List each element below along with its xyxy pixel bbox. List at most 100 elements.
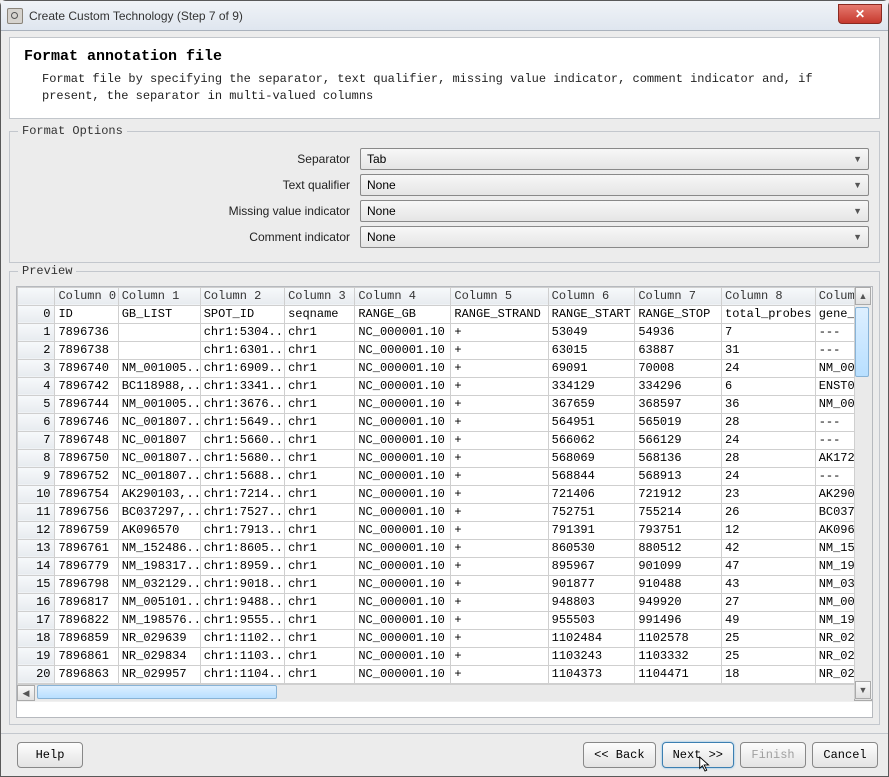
cell[interactable]: NC_000001.10 [355,413,451,431]
table-row[interactable]: 107896754AK290103,...chr1:7214...chr1NC_… [18,485,872,503]
cell[interactable]: chr1 [285,629,355,647]
cell[interactable]: chr1:5680... [200,449,284,467]
cell[interactable]: 7896754 [55,485,118,503]
cell[interactable]: + [451,485,548,503]
cell[interactable]: + [451,323,548,341]
cell[interactable]: chr1 [285,413,355,431]
table-row[interactable]: 177896822NM_198576...chr1:9555...chr1NC_… [18,611,872,629]
column-header[interactable]: Column 1 [118,287,200,305]
cell[interactable]: chr1 [285,467,355,485]
horizontal-scrollbar[interactable]: ◀ ▶ [17,684,872,702]
cell[interactable]: chr1:8959... [200,557,284,575]
cell[interactable]: chr1:6301... [200,341,284,359]
column-header[interactable]: Column 6 [548,287,635,305]
cell[interactable]: 54936 [635,323,722,341]
cell[interactable]: 1103332 [635,647,722,665]
cell[interactable]: 368597 [635,395,722,413]
cell[interactable]: 28 [722,449,816,467]
cell[interactable]: chr1 [285,359,355,377]
cell[interactable]: 47 [722,557,816,575]
cell[interactable]: + [451,359,548,377]
cell[interactable]: + [451,377,548,395]
missing-value-select[interactable]: None ▼ [360,200,869,222]
table-row[interactable]: 37896740NM_001005...chr1:6909...chr1NC_0… [18,359,872,377]
cell[interactable]: NM_198317... [118,557,200,575]
cell[interactable]: 791391 [548,521,635,539]
cell[interactable]: + [451,521,548,539]
cell[interactable]: 721406 [548,485,635,503]
cell[interactable]: chr1:5688... [200,467,284,485]
cell[interactable]: AK290103,... [118,485,200,503]
cell[interactable] [118,323,200,341]
cell[interactable]: 949920 [635,593,722,611]
cell[interactable]: 24 [722,467,816,485]
cell[interactable]: NC_000001.10 [355,431,451,449]
cell[interactable]: 880512 [635,539,722,557]
cell[interactable]: chr1:1103... [200,647,284,665]
table-row[interactable]: 167896817NM_005101...chr1:9488...chr1NC_… [18,593,872,611]
cell[interactable]: + [451,539,548,557]
cell[interactable]: 25 [722,647,816,665]
cell[interactable]: 43 [722,575,816,593]
table-row[interactable]: 127896759AK096570chr1:7913...chr1NC_0000… [18,521,872,539]
cell[interactable]: 18 [722,665,816,683]
cell[interactable]: 7896736 [55,323,118,341]
cell[interactable]: 566062 [548,431,635,449]
cell[interactable]: BC118988,... [118,377,200,395]
cell[interactable]: 7896748 [55,431,118,449]
cell[interactable]: chr1:7214... [200,485,284,503]
cell[interactable]: 63015 [548,341,635,359]
cell[interactable]: BC037297,... [118,503,200,521]
cell[interactable]: 901099 [635,557,722,575]
cell[interactable]: + [451,341,548,359]
cell[interactable]: 948803 [548,593,635,611]
cell[interactable]: 70008 [635,359,722,377]
cell[interactable]: 7 [722,323,816,341]
table-row[interactable]: 97896752NC_001807...chr1:5688...chr1NC_0… [18,467,872,485]
cell[interactable]: NM_001005... [118,395,200,413]
cell[interactable]: 564951 [548,413,635,431]
cell[interactable]: chr1 [285,395,355,413]
cancel-button[interactable]: Cancel [812,742,878,768]
cell[interactable]: NM_032129... [118,575,200,593]
vertical-scrollbar[interactable]: ▲ ▼ [854,287,872,699]
cell[interactable]: 23 [722,485,816,503]
table-row[interactable]: 157896798NM_032129...chr1:9018...chr1NC_… [18,575,872,593]
cell[interactable]: chr1:9555... [200,611,284,629]
cell[interactable]: 566129 [635,431,722,449]
horizontal-scroll-thumb[interactable] [37,685,277,699]
cell[interactable]: 7896756 [55,503,118,521]
cell[interactable]: 7896746 [55,413,118,431]
cell[interactable]: chr1 [285,341,355,359]
cell[interactable]: 7896817 [55,593,118,611]
cell[interactable]: ID [55,305,118,323]
cell[interactable]: 7896822 [55,611,118,629]
cell[interactable]: total_probes [722,305,816,323]
cell[interactable]: NC_000001.10 [355,359,451,377]
cell[interactable]: + [451,503,548,521]
cell[interactable]: NC_001807... [118,413,200,431]
column-header[interactable]: Column 0 [55,287,118,305]
column-header[interactable]: Column 5 [451,287,548,305]
cell[interactable]: chr1:9488... [200,593,284,611]
cell[interactable]: + [451,395,548,413]
cell[interactable]: 53049 [548,323,635,341]
cell[interactable]: NC_000001.10 [355,341,451,359]
cell[interactable]: chr1 [285,557,355,575]
cell[interactable]: 1102484 [548,629,635,647]
cell[interactable]: 31 [722,341,816,359]
cell[interactable]: chr1 [285,503,355,521]
cell[interactable]: 895967 [548,557,635,575]
cell[interactable]: chr1:5660... [200,431,284,449]
cell[interactable]: 7896742 [55,377,118,395]
cell[interactable]: + [451,665,548,683]
cell[interactable]: 901877 [548,575,635,593]
cell[interactable]: chr1:5304... [200,323,284,341]
cell[interactable]: chr1 [285,593,355,611]
cell[interactable]: 752751 [548,503,635,521]
cell[interactable]: NM_152486... [118,539,200,557]
cell[interactable]: chr1:7527... [200,503,284,521]
cell[interactable]: NC_000001.10 [355,395,451,413]
cell[interactable]: 12 [722,521,816,539]
cell[interactable]: 7896740 [55,359,118,377]
